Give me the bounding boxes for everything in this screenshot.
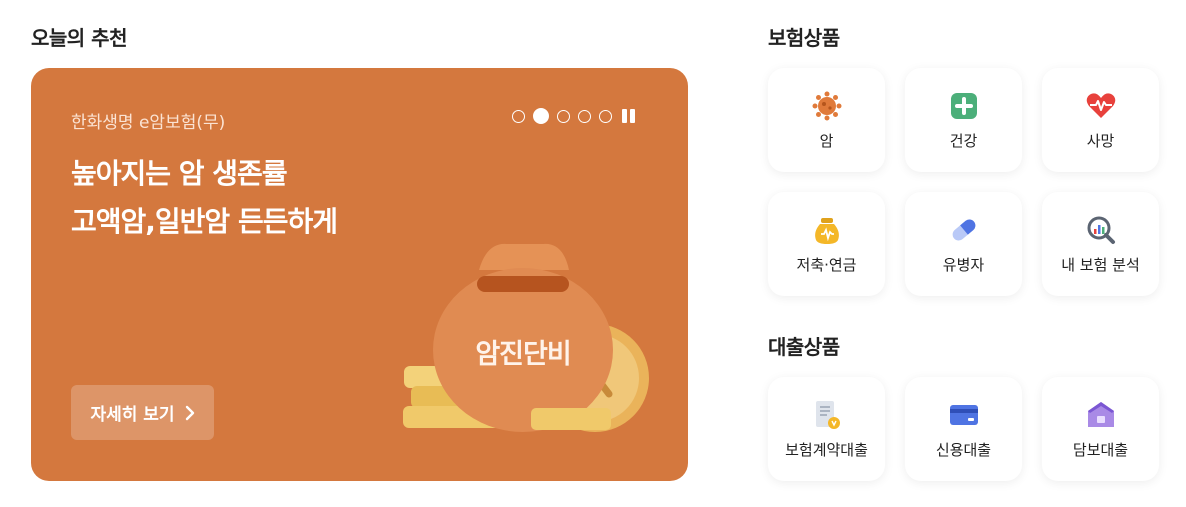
insurance-card-preexisting[interactable]: 유병자 [905,192,1022,296]
banner-headline: 높아지는 암 생존률 고액암,일반암 든든하게 [71,150,338,246]
carousel-dot-1[interactable] [512,109,525,123]
loan-label-credit: 신용대출 [935,441,992,459]
carousel-pause-button[interactable] [622,109,635,123]
banner-headline-line2: 고액암,일반암 든든하게 [71,205,338,238]
carousel-dot-5[interactable] [599,109,612,123]
chevron-right-icon [185,405,194,420]
insurance-card-health[interactable]: 건강 [905,68,1022,172]
bag-label: 암진단비 [475,339,571,370]
magnifier-chart-icon [1087,216,1115,244]
money-pouch-icon [815,218,839,244]
detail-button-label: 자세히 보기 [90,405,175,425]
loan-card-policy[interactable]: 보험계약대출 [768,377,885,481]
insurance-label-analysis: 내 보험 분석 [1061,256,1140,274]
insurance-label-savings: 저축·연금 [796,256,857,274]
recommendation-banner[interactable]: 한화생명 e암보험(무) 높아지는 암 생존률 고액암,일반암 든든하게 자세히… [31,68,688,481]
insurance-card-analysis[interactable]: 내 보험 분석 [1042,192,1159,296]
insurance-label-death: 사망 [1086,132,1115,150]
loan-card-credit[interactable]: 신용대출 [905,377,1022,481]
insurance-label-preexisting: 유병자 [942,256,985,274]
carousel-dot-4[interactable] [578,109,591,123]
house-icon [1088,402,1114,427]
heart-pulse-icon [1086,93,1116,118]
detail-button[interactable]: 자세히 보기 [71,385,214,440]
insurance-card-cancer[interactable]: 암 [768,68,885,172]
insurance-label-cancer: 암 [819,132,834,150]
loan-label-policy: 보험계약대출 [785,441,868,459]
insurance-section-title: 보험상품 [768,26,840,50]
credit-card-icon [950,405,978,425]
carousel-dot-3[interactable] [557,109,570,123]
carousel-dot-2[interactable] [533,108,549,124]
money-bag-illustration: 암진단비 [371,240,671,470]
document-coin-icon [816,401,840,429]
insurance-card-savings[interactable]: 저축·연금 [768,192,885,296]
loan-section-title: 대출상품 [768,335,840,359]
loan-card-mortgage[interactable]: 담보대출 [1042,377,1159,481]
virus-icon [812,91,842,121]
banner-headline-line1: 높아지는 암 생존률 [71,157,288,190]
loan-label-mortgage: 담보대출 [1072,441,1129,459]
banner-product-name: 한화생명 e암보험(무) [71,113,226,133]
pill-icon [952,219,976,241]
insurance-label-health: 건강 [949,132,978,150]
carousel-indicator [512,108,635,124]
medical-cross-icon [951,93,977,119]
today-section-title: 오늘의 추천 [31,26,127,50]
insurance-card-death[interactable]: 사망 [1042,68,1159,172]
